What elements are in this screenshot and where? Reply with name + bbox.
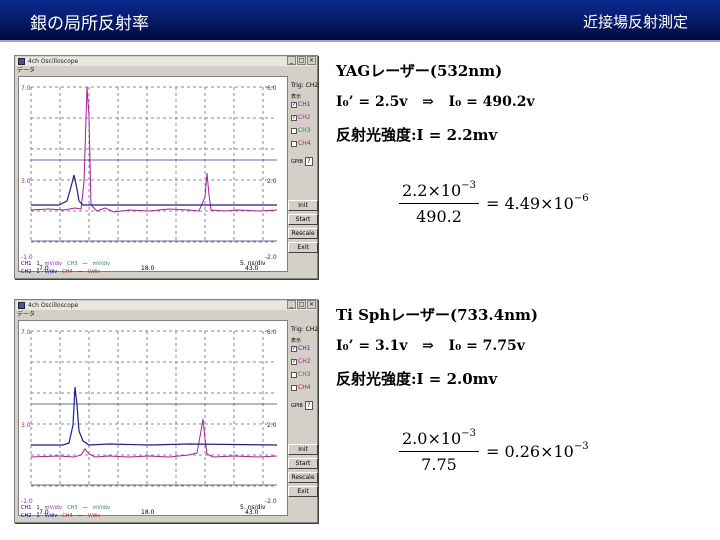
window-titlebar[interactable]: 4ch Oscilloscope bbox=[16, 57, 316, 66]
io-value: I₀ = 490.2v bbox=[448, 94, 535, 110]
window-controls: _ □ × bbox=[287, 56, 316, 65]
y-left-label-top: 7.0 bbox=[21, 329, 31, 336]
maximize-button[interactable]: □ bbox=[297, 56, 306, 65]
ch1-checkbox[interactable]: ✓ CH1 bbox=[291, 345, 311, 352]
y-right-label-bottom: -2.0 bbox=[265, 498, 277, 505]
timebase-label: 5. ns/div bbox=[240, 504, 266, 511]
reflected-intensity: 反射光強度:I = 2.0mv bbox=[336, 370, 498, 388]
trigger-label: Trig: CH2 bbox=[291, 326, 319, 333]
window-controls: _ □ × bbox=[287, 300, 316, 309]
window-title: 4ch Oscilloscope bbox=[28, 302, 79, 309]
header-banner: 銀の局所反射率 近接場反射測定 bbox=[0, 0, 720, 42]
exit-button[interactable]: Exit bbox=[288, 486, 318, 497]
reflectance-formula: 2.2×10−3 490.2 = 4.49×10−6 bbox=[398, 180, 589, 226]
io-prime-value: I₀’ = 2.5v bbox=[336, 94, 408, 110]
rescale-button[interactable]: Rescale bbox=[288, 228, 318, 239]
formula-numerator: 2.2×10−3 bbox=[402, 180, 476, 200]
slide-subtitle: 近接場反射測定 bbox=[582, 13, 688, 31]
window-title: 4ch Oscilloscope bbox=[28, 58, 79, 65]
intensity-line: I₀’ = 2.5v ⇒ I₀ = 490.2v bbox=[336, 94, 535, 110]
io-value: I₀ = 7.75v bbox=[448, 338, 525, 354]
start-button[interactable]: Start bbox=[288, 214, 318, 225]
trigger-label: Trig: CH2 bbox=[291, 82, 319, 89]
io-prime-value: I₀’ = 3.1v bbox=[336, 338, 408, 354]
minimize-button[interactable]: _ bbox=[287, 56, 296, 65]
formula-numerator: 2.0×10−3 bbox=[402, 428, 476, 448]
timebase-label: 5. ns/div bbox=[240, 260, 266, 267]
arrow-icon: ⇒ bbox=[422, 338, 434, 354]
grid-lines bbox=[30, 330, 277, 487]
display-label: 表示 bbox=[291, 338, 302, 344]
menu-data[interactable]: データ bbox=[17, 311, 35, 319]
menu-data[interactable]: データ bbox=[17, 67, 35, 75]
gpib-control: GPIB? bbox=[291, 401, 313, 410]
slide-title: 銀の局所反射率 bbox=[30, 14, 149, 34]
ch2-checkbox[interactable]: ✓ CH2 bbox=[291, 114, 311, 121]
grid-lines bbox=[30, 86, 277, 243]
x-label-mid: 18.0 bbox=[141, 265, 155, 272]
scope-plot: 7.0 3.0 -1.0 6.0 2.0 -2.0 -7.0 18.0 43.0 bbox=[18, 76, 288, 272]
formula-denominator: 7.75 bbox=[421, 455, 457, 474]
window-titlebar[interactable]: 4ch Oscilloscope bbox=[16, 301, 316, 310]
ch1-trace bbox=[31, 386, 278, 446]
close-button[interactable]: × bbox=[307, 300, 316, 309]
y-right-label-mid: 2.0 bbox=[267, 422, 277, 429]
reflectance-formula: 2.0×10−3 7.75 = 0.26×10−3 bbox=[398, 428, 589, 474]
app-icon bbox=[18, 302, 25, 309]
maximize-button[interactable]: □ bbox=[297, 300, 306, 309]
display-label: 表示 bbox=[291, 94, 302, 100]
scope-plot: 7.0 3.0 -1.0 6.0 2.0 -2.0 -7.0 18.0 43.0 bbox=[18, 320, 288, 516]
formula-result: = 4.49×10−6 bbox=[485, 193, 589, 213]
gpib-help-button[interactable]: ? bbox=[304, 157, 313, 166]
ch2-trace bbox=[30, 418, 278, 458]
ch1-checkbox[interactable]: ✓ CH1 bbox=[291, 101, 311, 108]
y-right-label-top: 6.0 bbox=[267, 329, 277, 336]
oscilloscope-window-2: 4ch Oscilloscope _ □ × データ 7.0 3.0 -1.0 … bbox=[14, 299, 318, 523]
laser-title-yag: YAGレーザー(532nm) bbox=[336, 62, 503, 80]
y-right-label-top: 6.0 bbox=[267, 85, 277, 92]
scope-plot-svg: 7.0 3.0 -1.0 6.0 2.0 -2.0 -7.0 18.0 43.0 bbox=[21, 85, 278, 272]
y-right-label-bottom: -2.0 bbox=[265, 254, 277, 261]
gpib-control: GPIB? bbox=[291, 157, 313, 166]
y-left-label-bottom: -1.0 bbox=[21, 498, 33, 505]
formula-result: = 0.26×10−3 bbox=[485, 441, 589, 461]
close-button[interactable]: × bbox=[307, 56, 316, 65]
exit-button[interactable]: Exit bbox=[288, 242, 318, 253]
y-left-label-bottom: -1.0 bbox=[21, 254, 33, 261]
start-button[interactable]: Start bbox=[288, 458, 318, 469]
formula-denominator: 490.2 bbox=[416, 207, 462, 226]
ch3-checkbox[interactable]: CH3 bbox=[291, 371, 311, 378]
laser-title-tisph: Ti Sphレーザー(733.4nm) bbox=[336, 306, 538, 324]
minimize-button[interactable]: _ bbox=[287, 300, 296, 309]
rescale-button[interactable]: Rescale bbox=[288, 472, 318, 483]
y-right-label-mid: 2.0 bbox=[267, 178, 277, 185]
ch2-checkbox[interactable]: ✓ CH2 bbox=[291, 358, 311, 365]
arrow-icon: ⇒ bbox=[422, 94, 434, 110]
x-label-mid: 18.0 bbox=[141, 509, 155, 516]
init-button[interactable]: Init bbox=[288, 200, 318, 211]
y-left-label-top: 7.0 bbox=[21, 85, 31, 92]
reflected-intensity: 反射光強度:I = 2.2mv bbox=[336, 126, 498, 144]
intensity-line: I₀’ = 3.1v ⇒ I₀ = 7.75v bbox=[336, 338, 525, 354]
ch3-checkbox[interactable]: CH3 bbox=[291, 127, 311, 134]
oscilloscope-window-1: 4ch Oscilloscope _ □ × データ 7.0 3.0 -1.0 … bbox=[14, 55, 318, 279]
channel-legend: CH1 1 mV/div CH3— mV/div CH2 1 V/div CH4— V/div bbox=[21, 261, 111, 275]
channel-legend: CH1 1 mV/div CH3— mV/div CH2 1 V/div CH4— V/div bbox=[21, 505, 111, 519]
scope-plot-svg: 7.0 3.0 -1.0 6.0 2.0 -2.0 -7.0 18.0 43.0 bbox=[21, 329, 278, 516]
ch4-checkbox[interactable]: CH4 bbox=[291, 140, 311, 147]
ch4-checkbox[interactable]: CH4 bbox=[291, 384, 311, 391]
y-left-label-mid: 3.0 bbox=[21, 178, 31, 185]
y-left-label-mid: 3.0 bbox=[21, 422, 31, 429]
init-button[interactable]: Init bbox=[288, 444, 318, 455]
app-icon bbox=[18, 58, 25, 65]
gpib-help-button[interactable]: ? bbox=[304, 401, 313, 410]
